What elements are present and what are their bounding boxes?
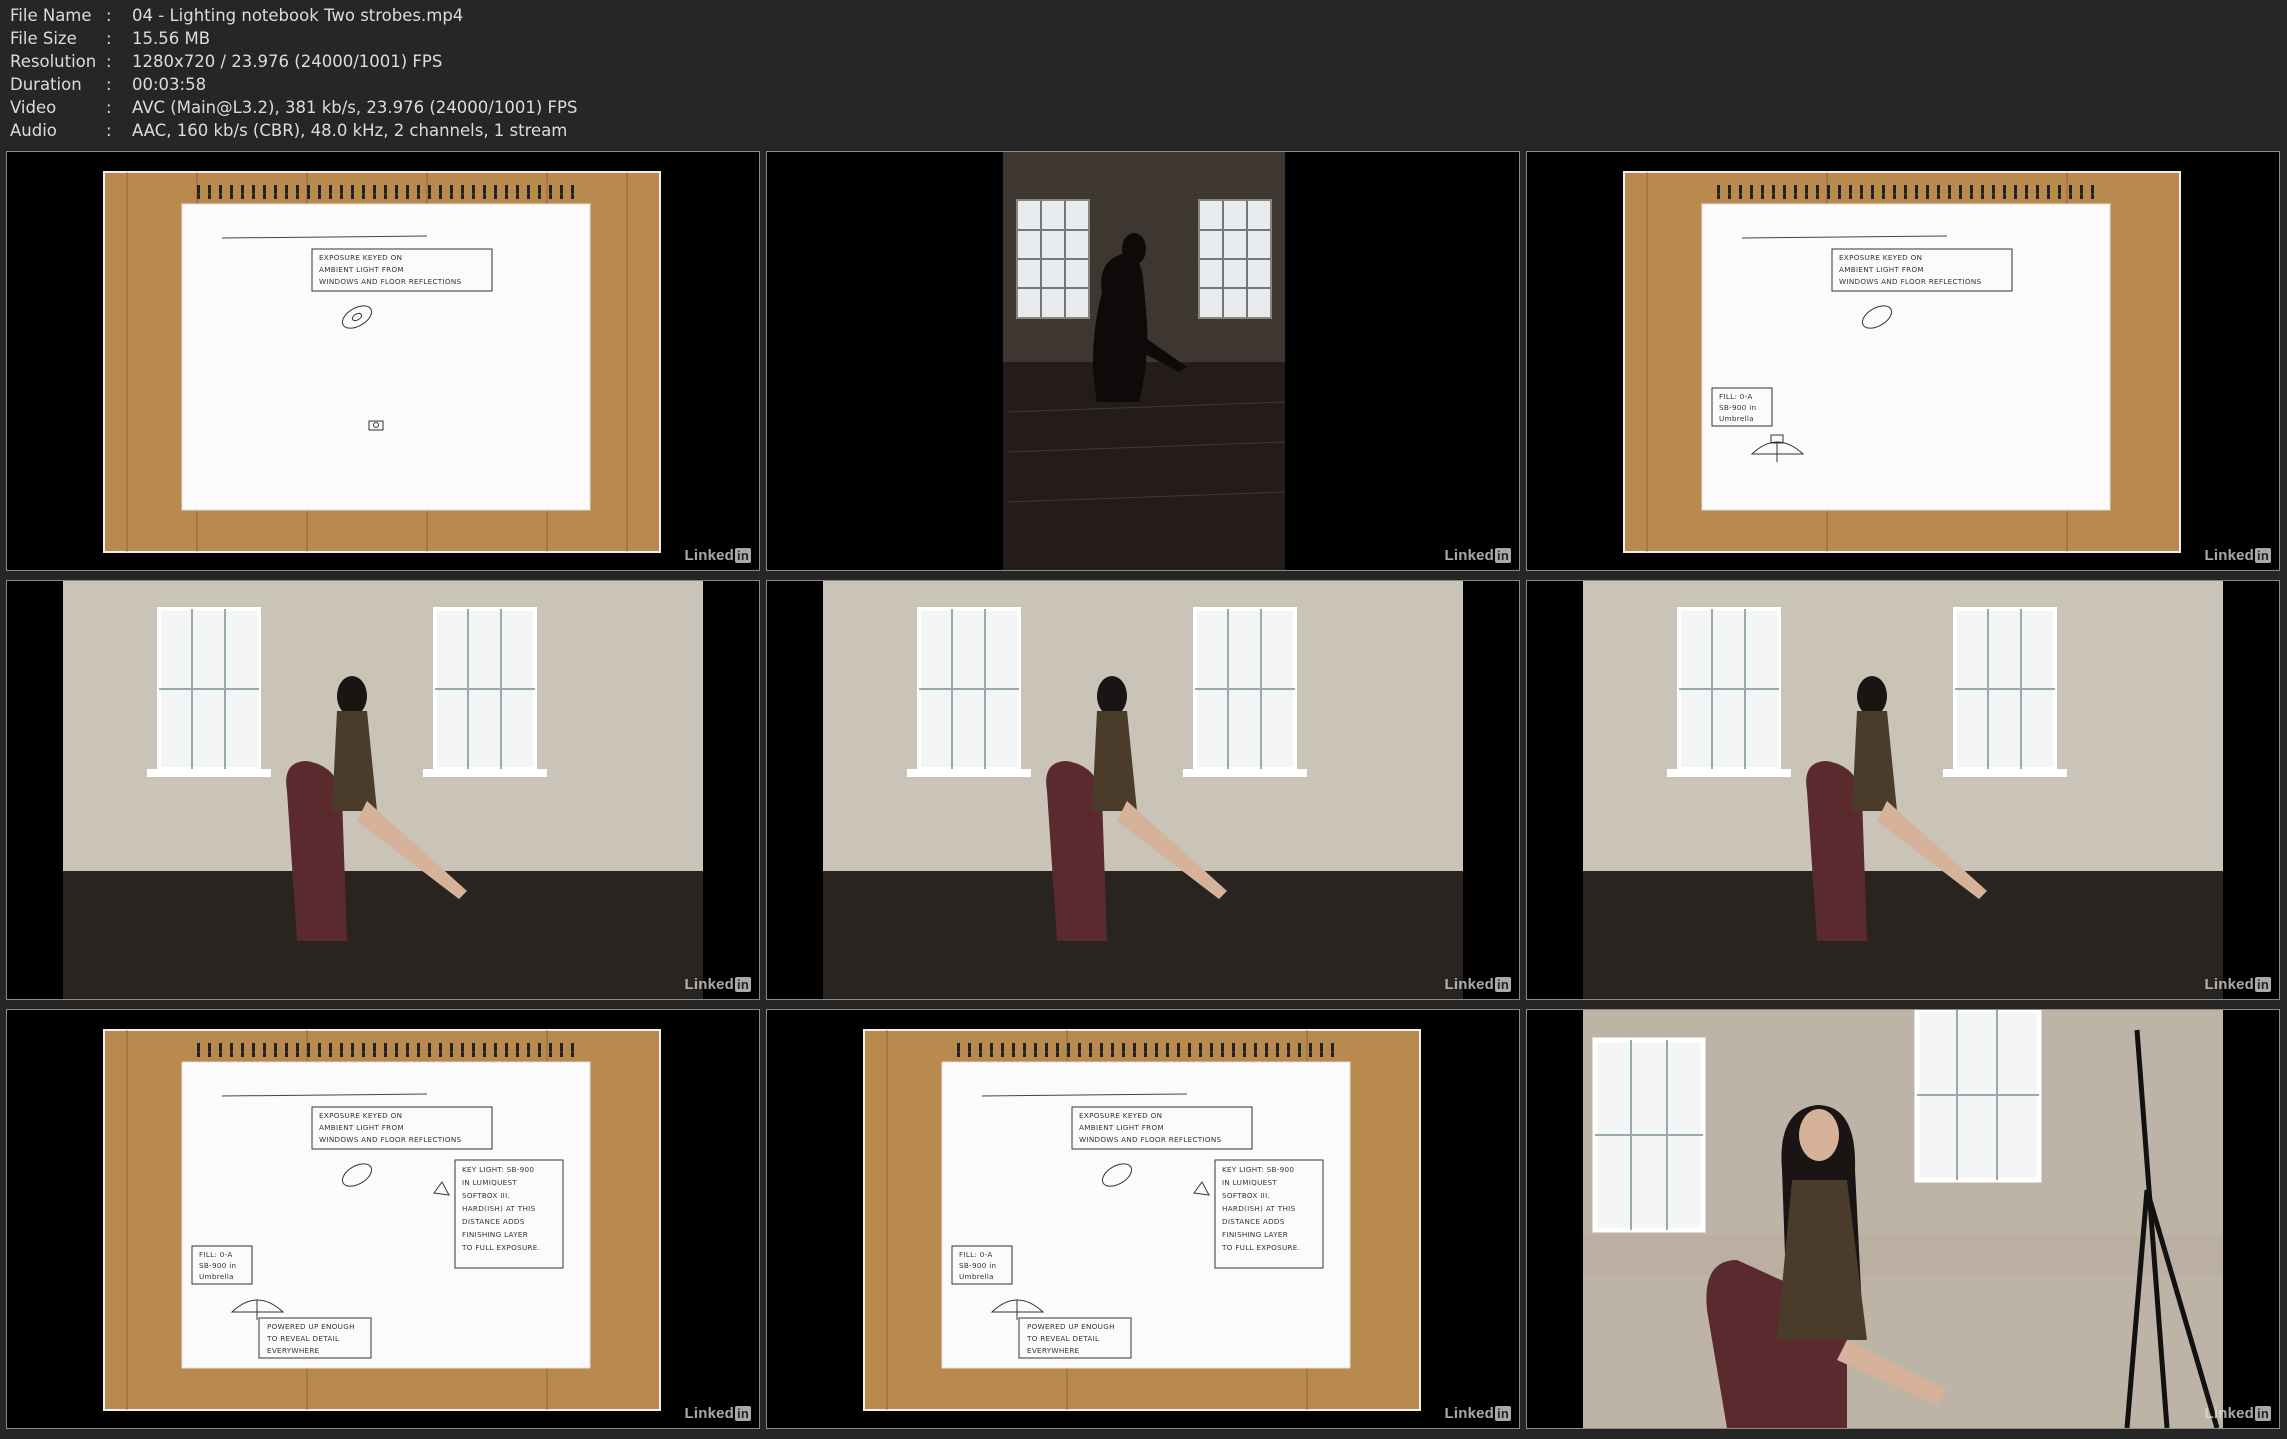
thumbnail-7[interactable]: EXPOSURE KEYED ON AMBIENT LIGHT FROM WIN…: [6, 1009, 760, 1429]
powered-note-line-1: POWERED UP ENOUGH: [1027, 1322, 1115, 1331]
fill-note-line-2: SB-900 in: [1719, 403, 1756, 412]
linkedin-watermark: Linked in: [684, 976, 751, 993]
key-note-line-3: SOFTBOX III.: [1222, 1191, 1270, 1200]
exposure-note-line-2: AMBIENT LIGHT FROM: [319, 265, 404, 274]
powered-note-line-2: TO REVEAL DETAIL: [266, 1334, 339, 1343]
exposure-note-line-1: EXPOSURE KEYED ON: [1079, 1111, 1162, 1120]
fill-note-line-1: FILL: 0-A: [199, 1250, 233, 1259]
exposure-note-line-3: WINDOWS AND FLOOR REFLECTIONS: [1839, 277, 1982, 286]
notebook-frame: EXPOSURE KEYED ON AMBIENT LIGHT FROM WIN…: [7, 1010, 759, 1428]
silhouette-frame: [767, 152, 1519, 570]
linkedin-watermark: Linked in: [1444, 547, 1511, 564]
notebook-frame: EXPOSURE KEYED ON AMBIENT LIGHT FROM WIN…: [767, 1010, 1519, 1428]
powered-note-line-1: POWERED UP ENOUGH: [267, 1322, 355, 1331]
linkedin-watermark: Linked in: [1444, 976, 1511, 993]
model-frame: [7, 581, 759, 999]
key-note-line-6: FINISHING LAYER: [462, 1230, 528, 1239]
thumbnail-6[interactable]: Linked in: [1526, 580, 2280, 1000]
thumbnail-3[interactable]: EXPOSURE KEYED ON AMBIENT LIGHT FROM WIN…: [1526, 151, 2280, 571]
key-note-line-4: HARD(ISH) AT THIS: [462, 1204, 536, 1213]
model-frame: [1527, 581, 2279, 999]
linkedin-watermark: Linked in: [684, 547, 751, 564]
exposure-note-line-2: AMBIENT LIGHT FROM: [1839, 265, 1924, 274]
key-note-line-2: IN LUMIQUEST: [1222, 1178, 1277, 1187]
fill-note-line-2: SB-900 in: [199, 1261, 236, 1270]
fill-note-line-2: SB-900 in: [959, 1261, 996, 1270]
fill-note-line-3: Umbrella: [1719, 414, 1754, 423]
key-note-line-3: SOFTBOX III.: [462, 1191, 510, 1200]
powered-note-line-3: EVERYWHERE: [267, 1346, 320, 1355]
thumbnail-8[interactable]: EXPOSURE KEYED ON AMBIENT LIGHT FROM WIN…: [766, 1009, 1520, 1429]
powered-note-line-2: TO REVEAL DETAIL: [1026, 1334, 1099, 1343]
key-note-line-6: FINISHING LAYER: [1222, 1230, 1288, 1239]
exposure-note-line-1: EXPOSURE KEYED ON: [1839, 253, 1922, 262]
exposure-note-line-3: WINDOWS AND FLOOR REFLECTIONS: [319, 277, 462, 286]
key-note-line-7: TO FULL EXPOSURE.: [461, 1243, 540, 1252]
linkedin-watermark: Linked in: [2204, 976, 2271, 993]
key-note-line-1: KEY LIGHT: SB-900: [462, 1165, 534, 1174]
key-note-line-4: HARD(ISH) AT THIS: [1222, 1204, 1296, 1213]
key-note-line-1: KEY LIGHT: SB-900: [1222, 1165, 1294, 1174]
fill-note-line-3: Umbrella: [959, 1272, 994, 1281]
thumbnail-grid: EXPOSURE KEYED ON AMBIENT LIGHT FROM WIN…: [0, 0, 2287, 1439]
notebook-frame: EXPOSURE KEYED ON AMBIENT LIGHT FROM WIN…: [7, 152, 759, 570]
key-note-line-5: DISTANCE ADDS: [1222, 1217, 1285, 1226]
linkedin-watermark: Linked in: [2204, 1405, 2271, 1422]
notebook-frame: EXPOSURE KEYED ON AMBIENT LIGHT FROM WIN…: [1527, 152, 2279, 570]
powered-note-line-3: EVERYWHERE: [1027, 1346, 1080, 1355]
exposure-note-line-1: EXPOSURE KEYED ON: [319, 1111, 402, 1120]
thumbnail-9[interactable]: Linked in: [1526, 1009, 2280, 1429]
exposure-note-line-3: WINDOWS AND FLOOR REFLECTIONS: [319, 1135, 462, 1144]
fill-note-line-1: FILL: 0-A: [959, 1250, 993, 1259]
linkedin-watermark: Linked in: [1444, 1405, 1511, 1422]
exposure-note-line-1: EXPOSURE KEYED ON: [319, 253, 402, 262]
key-note-line-2: IN LUMIQUEST: [462, 1178, 517, 1187]
exposure-note-line-3: WINDOWS AND FLOOR REFLECTIONS: [1079, 1135, 1222, 1144]
thumbnail-2[interactable]: Linked in: [766, 151, 1520, 571]
thumbnail-4[interactable]: Linked in: [6, 580, 760, 1000]
thumbnail-5[interactable]: Linked in: [766, 580, 1520, 1000]
fill-note-line-1: FILL: 0-A: [1719, 392, 1753, 401]
closeup-frame: [1527, 1010, 2279, 1428]
exposure-note-line-2: AMBIENT LIGHT FROM: [1079, 1123, 1164, 1132]
key-note-line-5: DISTANCE ADDS: [462, 1217, 525, 1226]
key-note-line-7: TO FULL EXPOSURE.: [1221, 1243, 1300, 1252]
linkedin-watermark: Linked in: [684, 1405, 751, 1422]
linkedin-watermark: Linked in: [2204, 547, 2271, 564]
fill-note-line-3: Umbrella: [199, 1272, 234, 1281]
model-frame: [767, 581, 1519, 999]
thumbnail-1[interactable]: EXPOSURE KEYED ON AMBIENT LIGHT FROM WIN…: [6, 151, 760, 571]
exposure-note-line-2: AMBIENT LIGHT FROM: [319, 1123, 404, 1132]
